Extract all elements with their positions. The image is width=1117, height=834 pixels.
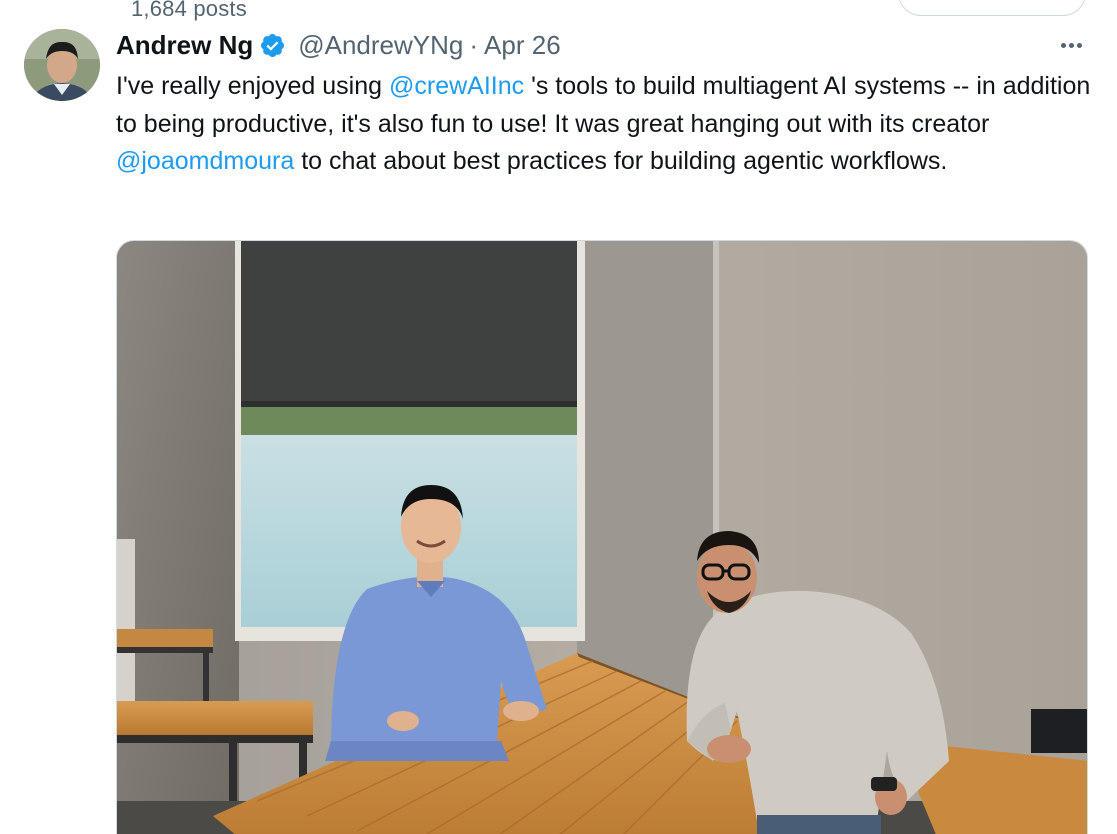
author-handle[interactable]: @AndrewYNg — [298, 30, 463, 61]
tweet-date[interactable]: Apr 26 — [484, 30, 561, 61]
more-options-icon[interactable] — [1054, 30, 1088, 60]
post-count: 1,684 posts — [131, 0, 247, 21]
verified-badge-icon[interactable] — [259, 32, 286, 59]
header-separator: · — [469, 29, 479, 60]
avatar[interactable] — [24, 29, 100, 101]
tweet-text-part-1: I've really enjoyed using — [116, 72, 389, 100]
photo-illustration — [117, 241, 1087, 834]
author-name[interactable]: Andrew Ng — [116, 30, 253, 61]
mention-link-joaomdmoura[interactable]: @joaomdmoura — [116, 147, 294, 175]
tweet-text-part-3: to chat about best practices for buildin… — [294, 147, 948, 175]
tweet-page: 1,684 posts Andrew Ng @AndrewYNg · Apr 2… — [0, 0, 1117, 834]
tweet-photo[interactable] — [116, 240, 1088, 834]
tweet-text: I've really enjoyed using @crewAIInc 's … — [116, 68, 1096, 181]
header-button-edge[interactable] — [898, 0, 1086, 16]
tweet-header: Andrew Ng @AndrewYNg · Apr 26 — [116, 28, 561, 62]
avatar-image — [24, 29, 100, 101]
mention-link-crewai[interactable]: @crewAIInc — [389, 72, 524, 100]
